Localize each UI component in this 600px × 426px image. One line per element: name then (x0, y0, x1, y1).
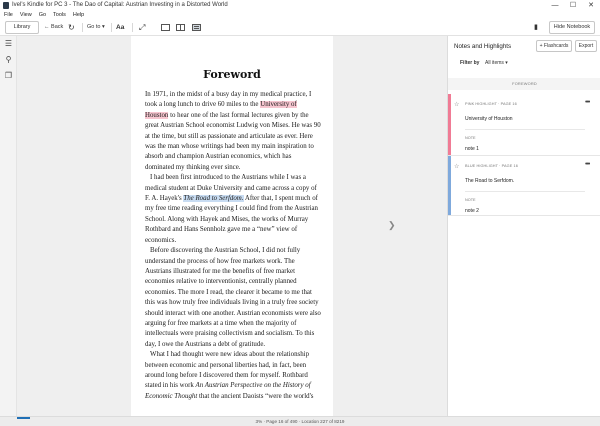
paragraph: What I had thought were new ideas about … (145, 350, 321, 402)
filter-label: Filter by (460, 60, 480, 66)
menu-help[interactable]: Help (73, 11, 84, 19)
text-run: that the ancient Daoists “were the world… (197, 392, 314, 400)
goto-button[interactable]: Go to ▾ (87, 19, 105, 36)
hide-notebook-button[interactable]: Hide Notebook (549, 21, 595, 34)
notebook-panel: Notes and Highlights + Flashcards Export… (447, 36, 600, 416)
window-controls: — ☐ ✕ (546, 0, 600, 11)
note-card[interactable]: ☆ PINK HIGHLIGHT · PAGE 16 ••• Universit… (448, 94, 600, 156)
book-page[interactable]: Foreword In 1971, in the midst of a busy… (131, 36, 333, 416)
highlight-meta: BLUE HIGHLIGHT · PAGE 16 (465, 164, 518, 168)
toolbar: Library ← Back ↻ Go to ▾ Aa ⤢ ▮ Hide Not… (0, 19, 600, 36)
highlight-color-bar (448, 156, 451, 215)
note-label: NOTE (465, 198, 476, 202)
menu-tools[interactable]: Tools (53, 11, 66, 19)
card-divider (465, 191, 585, 192)
highlight-quote[interactable]: University of Houston (465, 116, 513, 122)
menu-view[interactable]: View (20, 11, 32, 19)
text-run: to hear one of the last formal lectures … (145, 111, 321, 171)
chevron-down-icon: ▾ (101, 24, 105, 30)
table-of-contents-icon[interactable]: ☰ (4, 39, 13, 48)
export-button[interactable]: Export (575, 40, 597, 52)
title-bar: Ivel's Kindle for PC 3 - The Dao of Capi… (0, 0, 600, 11)
blue-highlight[interactable]: The Road to Serfdom. (183, 195, 244, 203)
text-run: After that, I spent much of my free time… (145, 195, 318, 244)
notebook-title: Notes and Highlights (454, 43, 512, 50)
back-button[interactable]: ← Back (44, 19, 63, 36)
fullscreen-icon[interactable]: ⤢ (139, 19, 145, 36)
note-text[interactable]: note 1 (465, 146, 479, 152)
book-text: In 1971, in the midst of a busy day in m… (145, 90, 321, 402)
close-icon[interactable]: ✕ (582, 0, 600, 11)
note-text[interactable]: note 2 (465, 208, 479, 214)
single-column-icon[interactable] (161, 24, 170, 31)
menu-bar: File View Go Tools Help (0, 11, 600, 19)
more-options-icon[interactable]: ••• (585, 161, 590, 168)
highlight-color-bar (448, 94, 451, 155)
chapter-title: Foreword (203, 68, 261, 81)
more-options-icon[interactable]: ••• (585, 99, 590, 106)
library-button[interactable]: Library (5, 21, 39, 34)
notebook-icon[interactable]: ❐ (4, 71, 13, 80)
location-status: 3% · Page 16 of 490 · Location 227 of 82… (255, 419, 345, 424)
menu-file[interactable]: File (4, 11, 13, 19)
font-settings-button[interactable]: Aa (116, 19, 124, 36)
toolbar-divider (82, 23, 83, 32)
card-divider (465, 129, 585, 130)
window-title: Ivel's Kindle for PC 3 - The Dao of Capi… (12, 2, 228, 8)
status-bar: 3% · Page 16 of 490 · Location 227 of 82… (0, 416, 600, 426)
toolbar-divider (111, 23, 112, 32)
star-icon[interactable]: ☆ (454, 101, 459, 108)
next-page-icon[interactable]: ❯ (388, 220, 396, 230)
goto-label: Go to (87, 24, 101, 30)
paragraph: Before discovering the Austrian School, … (145, 247, 321, 348)
bookmark-icon[interactable]: ▮ (534, 19, 538, 36)
paragraph: I had been first introduced to the Austr… (145, 173, 321, 246)
maximize-icon[interactable]: ☐ (564, 0, 582, 11)
reading-area: Foreword In 1971, in the midst of a busy… (17, 36, 447, 416)
star-icon[interactable]: ☆ (454, 163, 459, 170)
arrow-left-icon: ← (44, 24, 50, 30)
text-layout-icon[interactable] (192, 24, 201, 31)
back-label: Back (51, 24, 64, 30)
kindle-app-icon (3, 2, 9, 9)
toolbar-divider (132, 23, 133, 32)
filter-dropdown[interactable]: All items ▾ (485, 60, 508, 66)
sync-icon[interactable]: ↻ (68, 19, 75, 36)
paragraph: In 1971, in the midst of a busy day in m… (145, 90, 321, 173)
search-icon[interactable]: ⚲ (4, 55, 13, 64)
flashcards-button[interactable]: + Flashcards (536, 40, 572, 52)
minimize-icon[interactable]: — (546, 0, 564, 11)
note-label: NOTE (465, 136, 476, 140)
highlight-meta: PINK HIGHLIGHT · PAGE 16 (465, 102, 517, 106)
two-column-icon[interactable] (176, 24, 185, 31)
highlight-quote[interactable]: The Road to Serfdom. (465, 178, 514, 184)
left-rail: ☰ ⚲ ❐ (0, 36, 17, 416)
section-header: FOREWORD (448, 78, 600, 90)
menu-go[interactable]: Go (39, 11, 46, 19)
note-card[interactable]: ☆ BLUE HIGHLIGHT · PAGE 16 ••• The Road … (448, 156, 600, 216)
